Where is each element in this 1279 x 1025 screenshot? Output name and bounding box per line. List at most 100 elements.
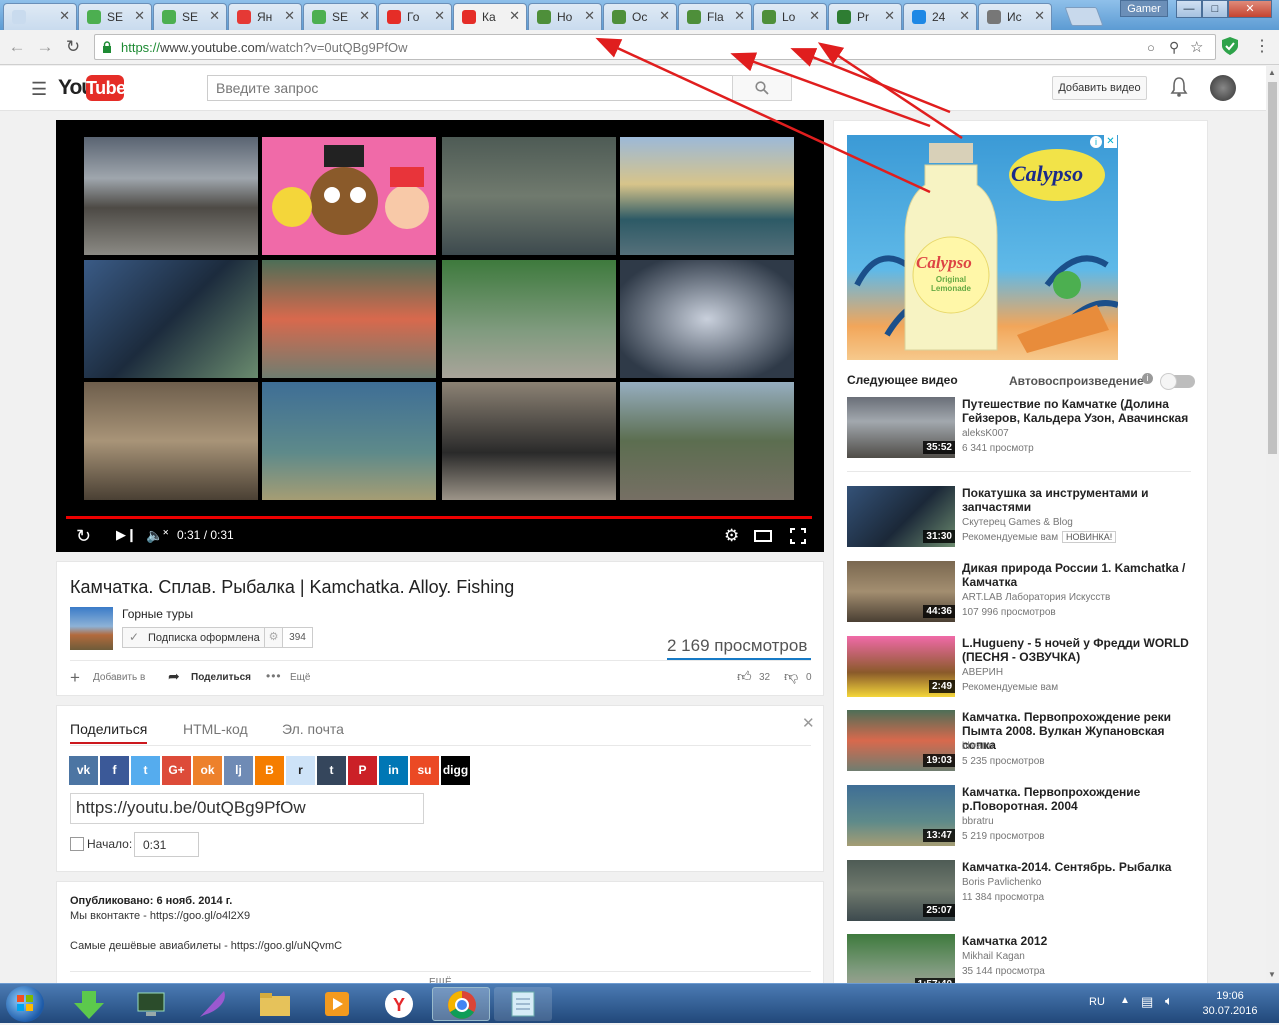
endscreen-thumb[interactable] [84, 137, 258, 255]
browser-tab[interactable]: SE ✕ [303, 3, 377, 30]
related-video-item[interactable]: 44:36 Дикая природа России 1. Kamchatka /… [847, 561, 1197, 625]
ad-banner[interactable]: Calypso Original Lemonade Calypso i ✕ [847, 135, 1118, 360]
add-icon[interactable]: + [70, 668, 80, 688]
browser-tab[interactable]: SE ✕ [153, 3, 227, 30]
volume-icon[interactable]: 🔈︎ [1165, 993, 1173, 1009]
autoplay-toggle[interactable] [1160, 373, 1195, 390]
stumbleupon-icon[interactable]: su [410, 756, 439, 785]
bookmark-star-icon[interactable]: ☆ [1190, 38, 1203, 56]
start-button[interactable] [6, 986, 44, 1022]
subscription-settings-gear-icon[interactable]: ⚙ [265, 627, 283, 648]
share-link-input[interactable]: https://youtu.be/0utQBg9PfOw [70, 793, 424, 824]
youtube-logo-tube[interactable]: Tube [86, 75, 126, 101]
browser-tab[interactable]: ✕ [3, 3, 77, 30]
browser-tab[interactable]: Ян ✕ [228, 3, 302, 30]
start-time-checkbox[interactable] [70, 837, 84, 851]
share-tab-email[interactable]: Эл. почта [282, 721, 344, 737]
endscreen-thumb[interactable] [620, 137, 794, 255]
tab-close-icon[interactable]: ✕ [584, 8, 595, 24]
feather-app-icon[interactable] [184, 987, 242, 1021]
browser-tab[interactable]: Ос ✕ [603, 3, 677, 30]
profile-badge[interactable]: Gamer [1120, 0, 1168, 17]
video-thumbnail[interactable]: 31:30 [847, 486, 955, 547]
info-icon[interactable]: i [1142, 373, 1153, 384]
channel-name[interactable]: Горные туры [122, 607, 193, 621]
adchoices-icon[interactable]: i [1090, 136, 1102, 148]
share-tab-share[interactable]: Поделиться [70, 721, 147, 737]
ad-close-icon[interactable]: ✕ [1104, 135, 1117, 148]
endscreen-thumb[interactable] [620, 260, 794, 378]
vk-icon[interactable]: vk [69, 756, 98, 785]
channel-avatar[interactable] [70, 607, 113, 650]
tumblr-icon[interactable]: t [317, 756, 346, 785]
scrollbar-thumb[interactable] [1268, 82, 1277, 454]
start-time-input[interactable]: 0:31 [134, 832, 199, 857]
search-input[interactable]: Введите запрос [207, 75, 733, 101]
browser-tab[interactable]: Го ✕ [378, 3, 452, 30]
endscreen-thumb[interactable] [262, 382, 436, 500]
endscreen-thumb[interactable] [262, 137, 436, 255]
tab-close-icon[interactable]: ✕ [359, 8, 370, 24]
related-video-item[interactable]: 2:49 L.Hugueny - 5 ночей у Фредди WORLD (… [847, 636, 1197, 700]
browser-tab[interactable]: 24 ✕ [903, 3, 977, 30]
googleplus-icon[interactable]: G+ [162, 756, 191, 785]
browser-tab[interactable]: Fla ✕ [678, 3, 752, 30]
related-video-title[interactable]: L.Hugueny - 5 ночей у Фредди WORLD (ПЕСН… [962, 636, 1197, 664]
related-video-title[interactable]: Камчатка-2014. Сентябрь. Рыбалка [962, 860, 1197, 874]
tab-close-icon[interactable]: ✕ [809, 8, 820, 24]
tab-close-icon[interactable]: ✕ [209, 8, 220, 24]
related-video-title[interactable]: Путешествие по Камчатке (Долина Гейзеров… [962, 397, 1197, 425]
thumbs-down-icon[interactable]: 👎︎ [784, 668, 798, 685]
browser-tab[interactable]: Ка ✕ [453, 3, 527, 30]
replay-icon[interactable]: ↻ [76, 526, 91, 547]
adguard-shield-icon[interactable] [1222, 37, 1238, 55]
close-icon[interactable]: ✕ [802, 714, 815, 732]
more-dots-icon[interactable]: ••• [266, 669, 282, 683]
notepad-app-icon[interactable] [494, 987, 552, 1021]
browser-tab[interactable]: SE ✕ [78, 3, 152, 30]
related-video-title[interactable]: Камчатка. Первопрохождение реки Пымта 20… [962, 710, 1197, 752]
browser-tab[interactable]: Lo ✕ [753, 3, 827, 30]
monitor-app-icon[interactable] [122, 987, 180, 1021]
tab-close-icon[interactable]: ✕ [659, 8, 670, 24]
settings-gear-icon[interactable]: ⚙ [724, 526, 739, 546]
more-button[interactable]: Ещё [290, 672, 310, 683]
linkedin-icon[interactable]: in [379, 756, 408, 785]
video-thumbnail[interactable]: 2:49 [847, 636, 955, 697]
blogger-icon[interactable]: B [255, 756, 284, 785]
system-clock[interactable]: 19:06 30.07.2016 [1195, 989, 1265, 1019]
guide-menu-icon[interactable]: ☰ [31, 79, 47, 100]
endscreen-thumb[interactable] [84, 260, 258, 378]
language-indicator[interactable]: RU [1089, 996, 1105, 1008]
odnoklassniki-icon[interactable]: ok [193, 756, 222, 785]
livejournal-icon[interactable]: lj [224, 756, 253, 785]
video-thumbnail[interactable]: 13:47 [847, 785, 955, 846]
endscreen-thumb[interactable] [442, 382, 616, 500]
next-icon[interactable]: ▶❙ [116, 527, 137, 543]
browser-tab[interactable]: Но ✕ [528, 3, 602, 30]
related-video-item[interactable]: 25:07 Камчатка-2014. Сентябрь. Рыбалка Bor… [847, 860, 1197, 924]
extension-icon[interactable]: ○ [1147, 40, 1155, 55]
endscreen-thumb[interactable] [262, 260, 436, 378]
upload-video-button[interactable]: Добавить видео [1052, 76, 1147, 100]
tab-close-icon[interactable]: ✕ [884, 8, 895, 24]
thumbs-up-icon[interactable]: 👍︎ [737, 668, 752, 685]
related-video-title[interactable]: Покатушка за инструментами и запчастями [962, 486, 1197, 514]
digg-icon[interactable]: digg [441, 756, 470, 785]
tab-close-icon[interactable]: ✕ [134, 8, 145, 24]
related-video-title[interactable]: Дикая природа России 1. Kamchatka / Камч… [962, 561, 1197, 589]
maximize-button[interactable]: □ [1202, 0, 1228, 18]
video-player[interactable] [56, 120, 824, 552]
tab-close-icon[interactable]: ✕ [284, 8, 295, 24]
minimize-button[interactable]: — [1176, 0, 1202, 18]
related-video-item[interactable]: 31:30 Покатушка за инструментами и запчас… [847, 486, 1197, 550]
chrome-menu-icon[interactable]: ⋮ [1254, 36, 1270, 56]
explorer-app-icon[interactable] [246, 987, 304, 1021]
theater-mode-icon[interactable] [754, 530, 772, 542]
close-window-button[interactable]: ✕ [1228, 0, 1272, 18]
mute-icon[interactable]: 🔈˟ [146, 527, 168, 544]
related-video-item[interactable]: 13:47 Камчатка. Первопрохождение р.Поворо… [847, 785, 1197, 849]
notifications-bell-icon[interactable] [1170, 77, 1188, 97]
share-button[interactable]: Поделиться [191, 672, 251, 683]
fullscreen-icon[interactable] [790, 528, 806, 544]
